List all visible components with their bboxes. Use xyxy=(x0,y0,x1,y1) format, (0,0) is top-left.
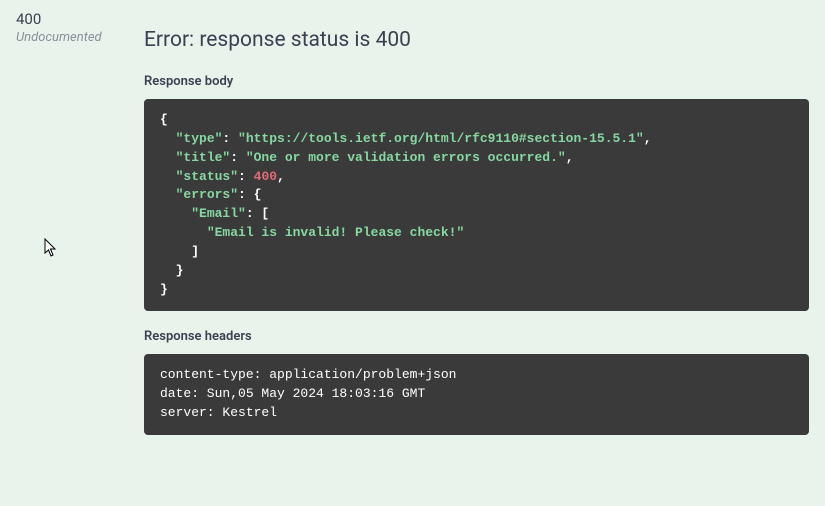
header-date: date: Sun,05 May 2024 18:03:16 GMT xyxy=(160,386,425,401)
response-body-label: Response body xyxy=(144,74,809,89)
details-column: Error: response status is 400 Response b… xyxy=(144,10,809,453)
json-key-email: "Email" xyxy=(191,206,246,221)
status-code: 400 xyxy=(16,10,144,28)
json-key-status: "status" xyxy=(176,169,238,184)
response-body-block[interactable]: { "type": "https://tools.ietf.org/html/r… xyxy=(144,99,809,311)
json-val-email-msg: "Email is invalid! Please check!" xyxy=(207,225,464,240)
json-key-errors: "errors" xyxy=(176,187,238,202)
error-title: Error: response status is 400 xyxy=(144,28,809,52)
json-key-type: "type" xyxy=(176,131,223,146)
header-server: server: Kestrel xyxy=(160,405,277,420)
response-headers-label: Response headers xyxy=(144,329,809,344)
json-key-title: "title" xyxy=(176,150,231,165)
undocumented-label: Undocumented xyxy=(16,30,144,45)
json-val-type: "https://tools.ietf.org/html/rfc9110#sec… xyxy=(238,131,644,146)
json-val-title: "One or more validation errors occurred.… xyxy=(246,150,566,165)
header-content-type: content-type: application/problem+json xyxy=(160,367,456,382)
json-val-status: 400 xyxy=(254,169,277,184)
response-container: 400 Undocumented Error: response status … xyxy=(0,0,825,463)
response-headers-block[interactable]: content-type: application/problem+json d… xyxy=(144,354,809,435)
status-column: 400 Undocumented xyxy=(16,10,144,453)
